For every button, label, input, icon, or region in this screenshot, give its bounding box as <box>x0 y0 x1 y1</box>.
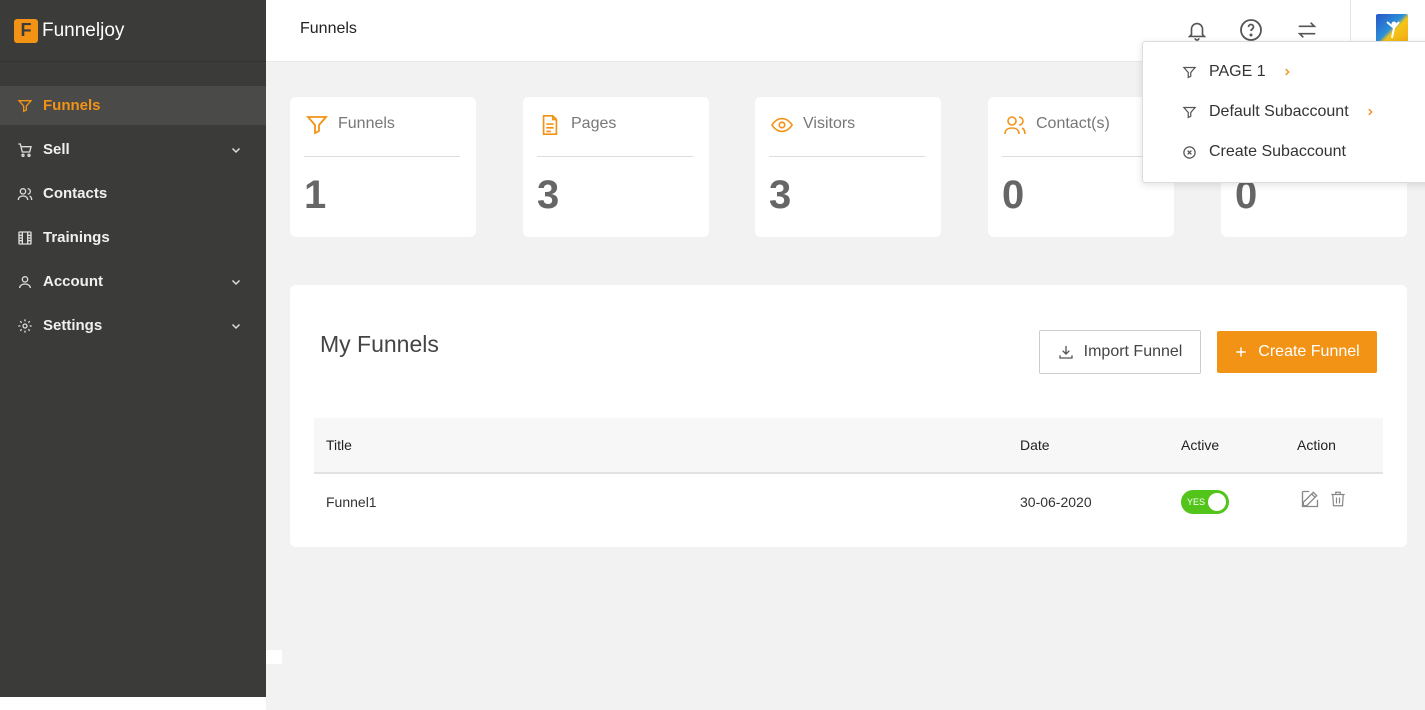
stat-value: 3 <box>537 173 560 217</box>
dropdown-item-create-subaccount[interactable]: Create Subaccount <box>1143 132 1425 172</box>
funnel-icon <box>1181 64 1197 80</box>
account-dropdown: PAGE 1 Default Subaccount Create Subacco… <box>1142 41 1425 183</box>
stat-value: 1 <box>304 173 327 217</box>
sidebar: F Funneljoy Funnels Sell Contacts Traini… <box>0 0 266 697</box>
table-header: Title Date Active Action <box>314 418 1383 474</box>
funnel-icon <box>16 97 34 115</box>
section-title: My Funnels <box>320 331 439 357</box>
sidebar-item-label: Sell <box>43 141 70 158</box>
stat-value: 0 <box>1002 173 1025 217</box>
users-icon <box>16 185 34 203</box>
row-actions <box>1297 489 1383 509</box>
stat-card-funnels: Funnels 1 <box>290 97 476 237</box>
funnel-icon <box>304 113 330 137</box>
stat-card-header: Funnels <box>304 113 460 157</box>
stat-card-pages: Pages 3 <box>523 97 709 237</box>
eye-icon <box>769 113 795 137</box>
import-funnel-label: Import Funnel <box>1083 343 1183 360</box>
column-header-active[interactable]: Active <box>1181 437 1297 453</box>
column-header-action: Action <box>1297 437 1336 453</box>
stat-card-header: Contact(s) <box>1002 113 1158 157</box>
trash-icon[interactable] <box>1328 489 1348 509</box>
logo-mark: F <box>14 18 38 43</box>
page-title: Funnels <box>300 20 357 37</box>
chevron-down-icon[interactable] <box>230 275 244 289</box>
edit-icon[interactable] <box>1300 489 1320 509</box>
user-icon <box>16 273 34 291</box>
download-icon <box>1058 344 1074 360</box>
scroll-stub <box>266 650 282 664</box>
sidebar-footer <box>0 697 266 710</box>
create-funnel-label: Create Funnel <box>1258 343 1360 360</box>
action-cell <box>1297 490 1383 509</box>
toggle-label: YES <box>1187 497 1206 507</box>
sidebar-item-trainings[interactable]: Trainings <box>0 218 266 257</box>
chevron-right-icon <box>1365 107 1375 117</box>
create-funnel-button[interactable]: Create Funnel <box>1217 331 1377 373</box>
sidebar-item-label: Account <box>43 273 103 290</box>
page-icon <box>537 113 563 137</box>
active-cell: YES <box>1181 490 1297 514</box>
users-icon <box>1002 113 1028 137</box>
chevron-down-icon[interactable] <box>230 143 244 157</box>
stat-label: Contact(s) <box>1036 115 1110 132</box>
funnel-title[interactable]: Funnel1 <box>314 494 1020 510</box>
stat-card-header: Pages <box>537 113 693 157</box>
table-row: Funnel1 30-06-2020 YES <box>314 474 1383 530</box>
dropdown-item-label: Default Subaccount <box>1209 103 1349 120</box>
cart-icon <box>16 141 34 159</box>
stat-label: Funnels <box>338 115 395 132</box>
close-circle-icon <box>1181 144 1197 160</box>
import-funnel-button[interactable]: Import Funnel <box>1039 330 1201 374</box>
help-icon[interactable] <box>1238 17 1264 43</box>
chevron-down-icon[interactable] <box>230 319 244 333</box>
column-header-title[interactable]: Title <box>314 437 1020 453</box>
funnels-table: Title Date Active Action Funnel1 30-06-2… <box>314 418 1383 530</box>
stat-card-header: Visitors <box>769 113 925 157</box>
app-name: Funneljoy <box>42 19 125 41</box>
toggle-knob <box>1208 493 1226 511</box>
gear-icon <box>16 317 34 335</box>
dropdown-item-label: PAGE 1 <box>1209 63 1266 80</box>
stat-label: Pages <box>571 115 617 132</box>
sidebar-item-label: Trainings <box>43 229 110 246</box>
film-icon <box>16 229 34 247</box>
sidebar-item-label: Funnels <box>43 97 101 114</box>
sidebar-item-label: Contacts <box>43 185 108 202</box>
sidebar-item-funnels[interactable]: Funnels <box>0 86 266 125</box>
stat-label: Visitors <box>803 115 856 132</box>
logo[interactable]: F Funneljoy <box>0 0 266 62</box>
stat-value: 3 <box>769 173 792 217</box>
my-funnels-panel: My Funnels Import Funnel Create Funnel T… <box>290 285 1407 547</box>
dropdown-item-page-1[interactable]: PAGE 1 <box>1143 52 1425 92</box>
dropdown-item-default-subaccount[interactable]: Default Subaccount <box>1143 92 1425 132</box>
sidebar-item-account[interactable]: Account <box>0 262 266 301</box>
stat-card-visitors: Visitors 3 <box>755 97 941 237</box>
sidebar-item-settings[interactable]: Settings <box>0 306 266 345</box>
active-toggle[interactable]: YES <box>1181 490 1229 514</box>
sidebar-item-sell[interactable]: Sell <box>0 130 266 169</box>
switch-icon[interactable] <box>1294 17 1320 43</box>
column-header-date[interactable]: Date <box>1020 437 1181 453</box>
bell-icon[interactable] <box>1184 17 1210 43</box>
funnel-date: 30-06-2020 <box>1020 494 1092 510</box>
chevron-right-icon <box>1282 67 1292 77</box>
funnel-icon <box>1181 104 1197 120</box>
sidebar-item-contacts[interactable]: Contacts <box>0 174 266 213</box>
sidebar-item-label: Settings <box>43 317 103 334</box>
plus-icon <box>1234 345 1248 359</box>
dropdown-item-label: Create Subaccount <box>1209 143 1346 160</box>
sidebar-nav: Funnels Sell Contacts Trainings Account … <box>0 62 266 345</box>
